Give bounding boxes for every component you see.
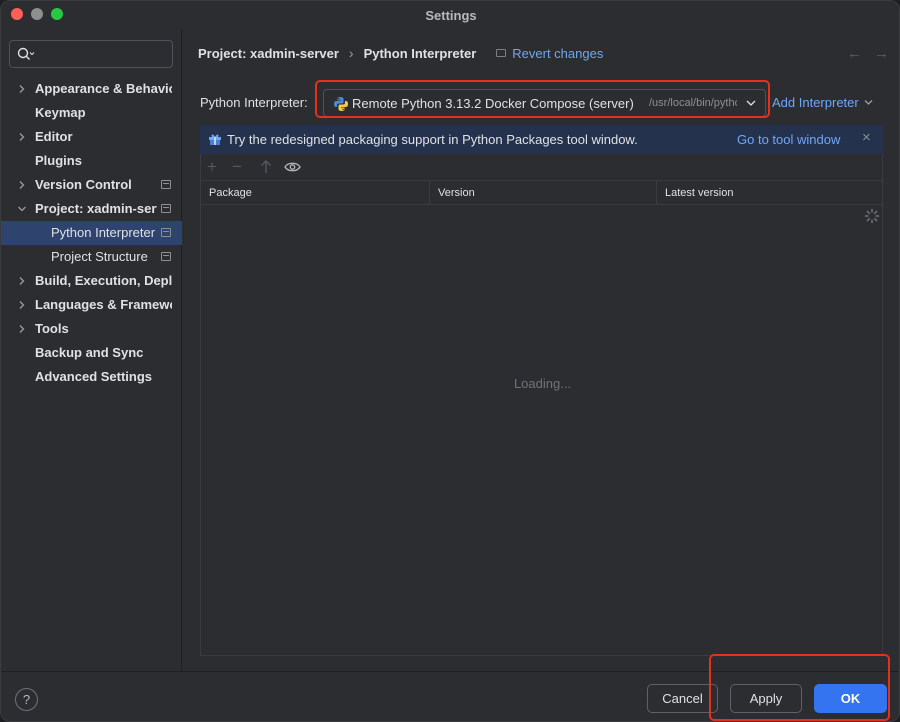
breadcrumb: Project: xadmin-server › Python Interpre…: [198, 45, 603, 61]
sidebar-item-label: Project: xadmin-server: [35, 201, 157, 216]
help-button[interactable]: ?: [15, 688, 38, 711]
sidebar-item-appearance[interactable]: Appearance & Behavior: [1, 77, 182, 101]
maximize-window-button[interactable]: [51, 8, 63, 20]
sidebar-item-project[interactable]: Project: xadmin-server: [1, 197, 182, 221]
sidebar-item-python-interpreter[interactable]: Python Interpreter: [1, 221, 182, 245]
add-interpreter-button[interactable]: Add Interpreter: [772, 95, 873, 110]
add-interpreter-label: Add Interpreter: [772, 95, 859, 110]
sidebar-item-editor[interactable]: Editor: [1, 125, 182, 149]
sidebar-item-label: Project Structure: [51, 249, 148, 264]
settings-tree: Appearance & Behavior Keymap Editor Plug…: [1, 77, 182, 389]
sidebar-item-project-structure[interactable]: Project Structure: [1, 245, 182, 269]
packages-toolbar: + −: [201, 154, 884, 181]
minimize-window-button[interactable]: [31, 8, 43, 20]
sidebar-item-plugins[interactable]: Plugins: [1, 149, 182, 173]
column-header-package[interactable]: Package: [201, 181, 430, 205]
revert-icon: [496, 49, 507, 57]
interpreter-select[interactable]: Remote Python 3.13.2 Docker Compose (ser…: [323, 89, 766, 117]
sidebar-item-label: Languages & Frameworks: [35, 297, 172, 312]
page-title: Python Interpreter: [363, 45, 477, 61]
sidebar-item-tools[interactable]: Tools: [1, 317, 182, 341]
loading-spinner-icon: [864, 208, 880, 224]
breadcrumb-project[interactable]: Project: xadmin-server: [198, 46, 339, 61]
close-icon[interactable]: ×: [862, 129, 871, 146]
packages-table-header: Package Version Latest version: [201, 181, 884, 205]
cancel-button[interactable]: Cancel: [647, 684, 718, 713]
project-scope-icon: [161, 228, 171, 237]
sidebar-item-label: Python Interpreter: [51, 225, 156, 240]
forward-arrow-icon[interactable]: →: [874, 45, 889, 62]
sidebar-item-label: Editor: [35, 129, 73, 144]
project-scope-icon: [161, 180, 171, 189]
sidebar-item-label: Advanced Settings: [35, 369, 153, 384]
revert-changes-link[interactable]: Revert changes: [496, 46, 603, 61]
breadcrumb-separator: ›: [348, 45, 354, 61]
sidebar-item-keymap[interactable]: Keymap: [1, 101, 182, 125]
chevron-right-icon[interactable]: [17, 132, 27, 142]
chevron-right-icon[interactable]: [17, 300, 27, 310]
sidebar-item-advanced-settings[interactable]: Advanced Settings: [1, 365, 182, 389]
sidebar-item-backup-sync[interactable]: Backup and Sync: [1, 341, 182, 365]
remove-package-icon[interactable]: −: [232, 157, 242, 177]
search-icon: [17, 47, 35, 60]
dialog-footer: ? Cancel Apply OK: [1, 671, 899, 721]
sidebar-item-label: Keymap: [35, 105, 86, 120]
upgrade-package-icon[interactable]: [260, 160, 272, 174]
apply-button[interactable]: Apply: [730, 684, 802, 713]
loading-status: Loading...: [513, 376, 572, 391]
search-input[interactable]: [9, 40, 173, 68]
revert-changes-label: Revert changes: [512, 45, 604, 61]
sidebar-item-label: Version Control: [35, 177, 132, 192]
settings-window: Settings Appearance & Behavior Keymap Ed…: [0, 0, 900, 722]
title-bar: Settings: [1, 1, 899, 29]
eye-icon[interactable]: [284, 161, 301, 173]
chevron-right-icon[interactable]: [17, 180, 27, 190]
back-arrow-icon[interactable]: ←: [847, 45, 862, 62]
python-docker-icon: [334, 97, 348, 111]
interpreter-row: Python Interpreter: Remote Python 3.13.2…: [200, 89, 890, 117]
window-controls: [11, 8, 63, 20]
close-window-button[interactable]: [11, 8, 23, 20]
column-header-version[interactable]: Version: [430, 181, 657, 205]
sidebar-item-label: Plugins: [35, 153, 82, 168]
column-header-latest-version[interactable]: Latest version: [657, 181, 884, 205]
chevron-right-icon[interactable]: [17, 324, 27, 334]
go-to-tool-window-link[interactable]: Go to tool window: [737, 132, 840, 147]
sidebar-item-version-control[interactable]: Version Control: [1, 173, 182, 197]
history-navigation: ← →: [847, 45, 889, 62]
packages-panel: + − Package Version Latest version Loadi…: [200, 154, 884, 656]
packaging-notice-banner: Try the redesigned packaging support in …: [200, 125, 883, 154]
sidebar-item-build[interactable]: Build, Execution, Deployment: [1, 269, 182, 293]
banner-message: Try the redesigned packaging support in …: [227, 132, 638, 147]
gift-icon: [209, 134, 221, 145]
chevron-right-icon[interactable]: [17, 84, 27, 94]
chevron-right-icon[interactable]: [17, 276, 27, 286]
interpreter-label: Python Interpreter:: [200, 95, 308, 110]
interpreter-name: Remote Python 3.13.2 Docker Compose (ser…: [352, 96, 634, 111]
sidebar-item-label: Appearance & Behavior: [35, 81, 172, 96]
chevron-down-icon[interactable]: [17, 204, 27, 214]
ok-button[interactable]: OK: [814, 684, 887, 713]
settings-sidebar: Appearance & Behavior Keymap Editor Plug…: [1, 29, 182, 671]
sidebar-item-label: Build, Execution, Deployment: [35, 273, 172, 288]
add-package-icon[interactable]: +: [207, 157, 217, 177]
project-scope-icon: [161, 204, 171, 213]
sidebar-item-label: Tools: [35, 321, 69, 336]
interpreter-path: /usr/local/bin/python: [649, 97, 737, 109]
project-scope-icon: [161, 252, 171, 261]
chevron-down-icon: [864, 100, 873, 105]
chevron-down-icon[interactable]: [746, 99, 756, 107]
sidebar-item-label: Backup and Sync: [35, 345, 144, 360]
window-title: Settings: [425, 7, 477, 23]
settings-content: Project: xadmin-server › Python Interpre…: [183, 29, 899, 671]
sidebar-item-languages[interactable]: Languages & Frameworks: [1, 293, 182, 317]
